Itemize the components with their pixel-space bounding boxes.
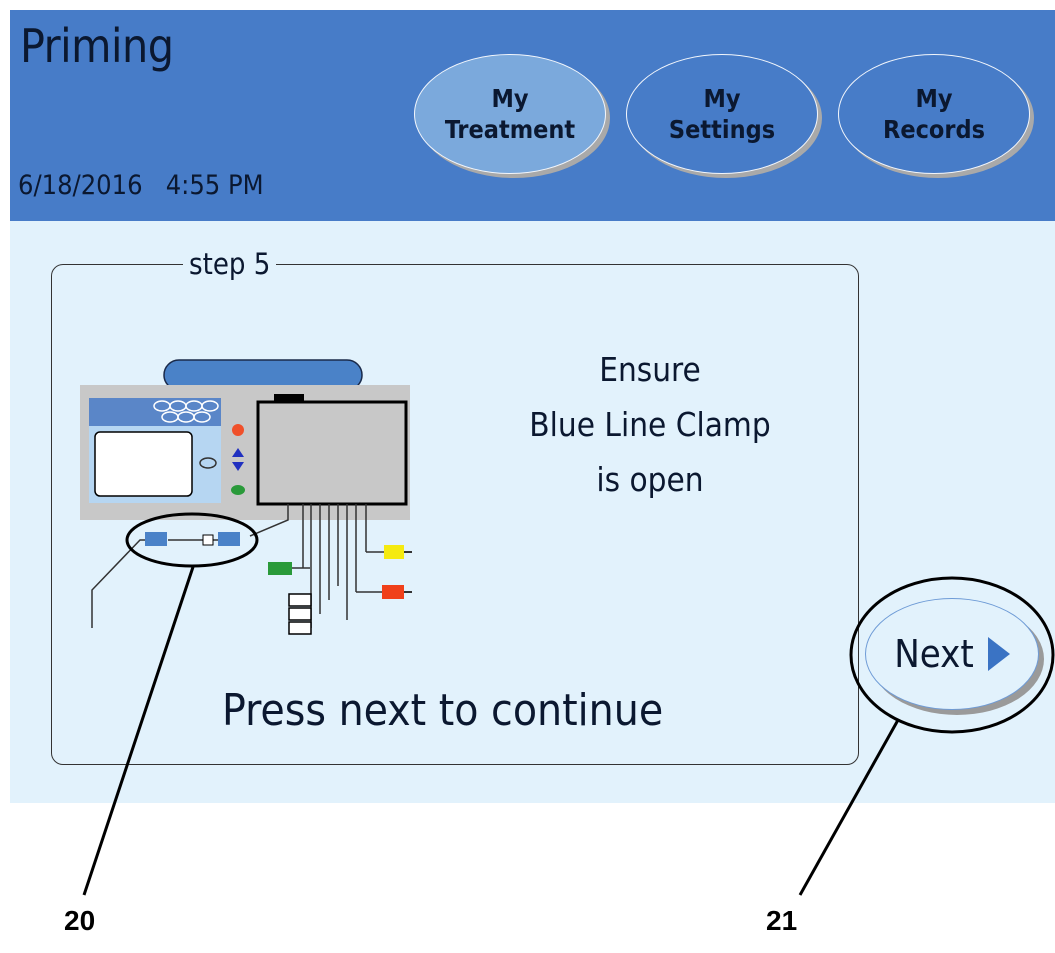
- green-indicator: [231, 485, 245, 495]
- callout-20-label: 20: [64, 905, 96, 936]
- blue-clamp-right: [218, 532, 240, 546]
- blue-clamp-left: [145, 532, 167, 546]
- display-window: [94, 431, 193, 497]
- red-connector: [382, 585, 404, 599]
- callout-21-leader: [798, 719, 900, 896]
- white-connectors: [288, 593, 312, 635]
- cassette-box: [256, 400, 408, 506]
- machine-diagram: [80, 359, 1055, 896]
- next-button[interactable]: Next: [865, 598, 1039, 710]
- next-label: Next: [894, 632, 974, 676]
- play-arrow-icon: [987, 637, 1010, 671]
- red-indicator: [232, 424, 244, 436]
- yellow-connector: [384, 545, 404, 559]
- callout-21-label: 21: [766, 905, 798, 936]
- clamp-center: [202, 534, 214, 546]
- green-connector: [268, 562, 292, 575]
- cassette-top-notch: [274, 394, 304, 402]
- callout-20-leader: [82, 566, 195, 896]
